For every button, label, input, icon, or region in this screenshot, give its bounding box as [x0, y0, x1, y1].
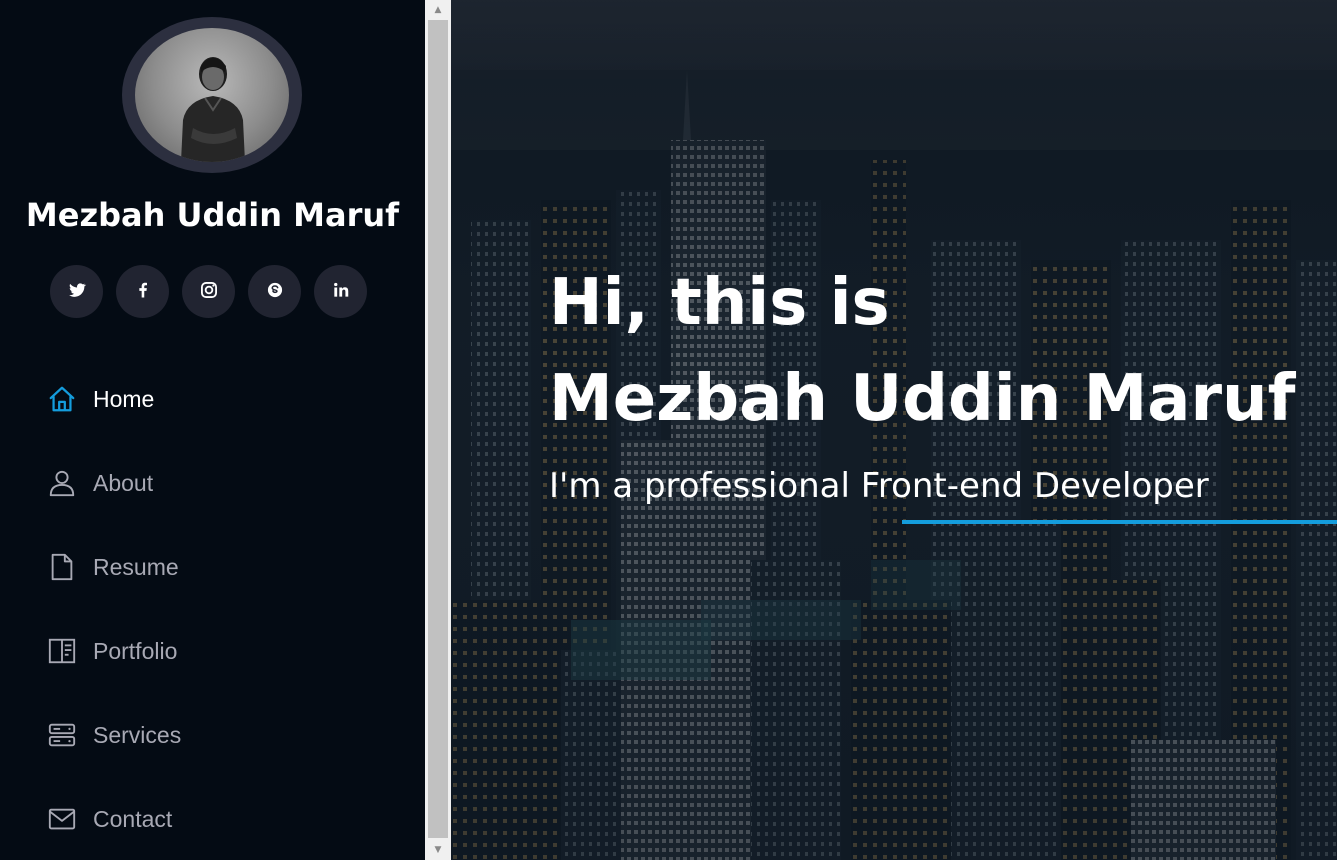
profile-name: Mezbah Uddin Maruf: [25, 196, 400, 234]
vertical-scrollbar[interactable]: ▲ ▼: [425, 0, 451, 860]
linkedin-icon: [331, 280, 351, 304]
book-icon: [46, 635, 78, 667]
scroll-up-arrow-icon[interactable]: ▲: [425, 0, 451, 20]
server-icon: [46, 719, 78, 751]
nav-item-about[interactable]: About: [46, 460, 366, 506]
envelope-icon: [46, 803, 78, 835]
file-icon: [46, 551, 78, 583]
nav-label-contact: Contact: [93, 805, 173, 832]
nav-item-services[interactable]: Services: [46, 712, 366, 758]
nav-item-resume[interactable]: Resume: [46, 544, 366, 590]
nav-label-about: About: [93, 469, 154, 496]
nav-label-services: Services: [93, 721, 182, 748]
facebook-link[interactable]: [116, 265, 169, 318]
hero-subtitle: I'm a professional Front-end Developer: [549, 466, 1209, 506]
scroll-down-arrow-icon[interactable]: ▼: [425, 840, 451, 860]
nav-label-home: Home: [93, 385, 155, 412]
twitter-link[interactable]: [50, 265, 103, 318]
person-icon: [46, 467, 78, 499]
sidebar: Mezbah Uddin Maruf Home About Resume Por…: [0, 0, 425, 860]
linkedin-link[interactable]: [314, 265, 367, 318]
nav-label-resume: Resume: [93, 553, 179, 580]
facebook-icon: [133, 280, 153, 304]
nav-label-portfolio: Portfolio: [93, 637, 178, 664]
scrollbar-thumb[interactable]: [428, 20, 448, 838]
avatar: [122, 17, 302, 173]
profile-photo: [135, 28, 289, 162]
hero-greeting: Hi, this is: [549, 266, 890, 340]
home-icon: [46, 383, 78, 415]
hero-section: Hi, this is Mezbah Uddin Maruf I'm a pro…: [451, 0, 1337, 860]
twitter-icon: [67, 280, 87, 304]
typed-text-underline: [902, 520, 1337, 524]
nav-item-portfolio[interactable]: Portfolio: [46, 628, 366, 674]
hero-name: Mezbah Uddin Maruf: [549, 362, 1296, 436]
instagram-link[interactable]: [182, 265, 235, 318]
instagram-icon: [199, 280, 219, 304]
skype-icon: [265, 280, 285, 304]
nav-item-contact[interactable]: Contact: [46, 796, 366, 842]
nav-item-home[interactable]: Home: [46, 376, 366, 422]
skype-link[interactable]: [248, 265, 301, 318]
